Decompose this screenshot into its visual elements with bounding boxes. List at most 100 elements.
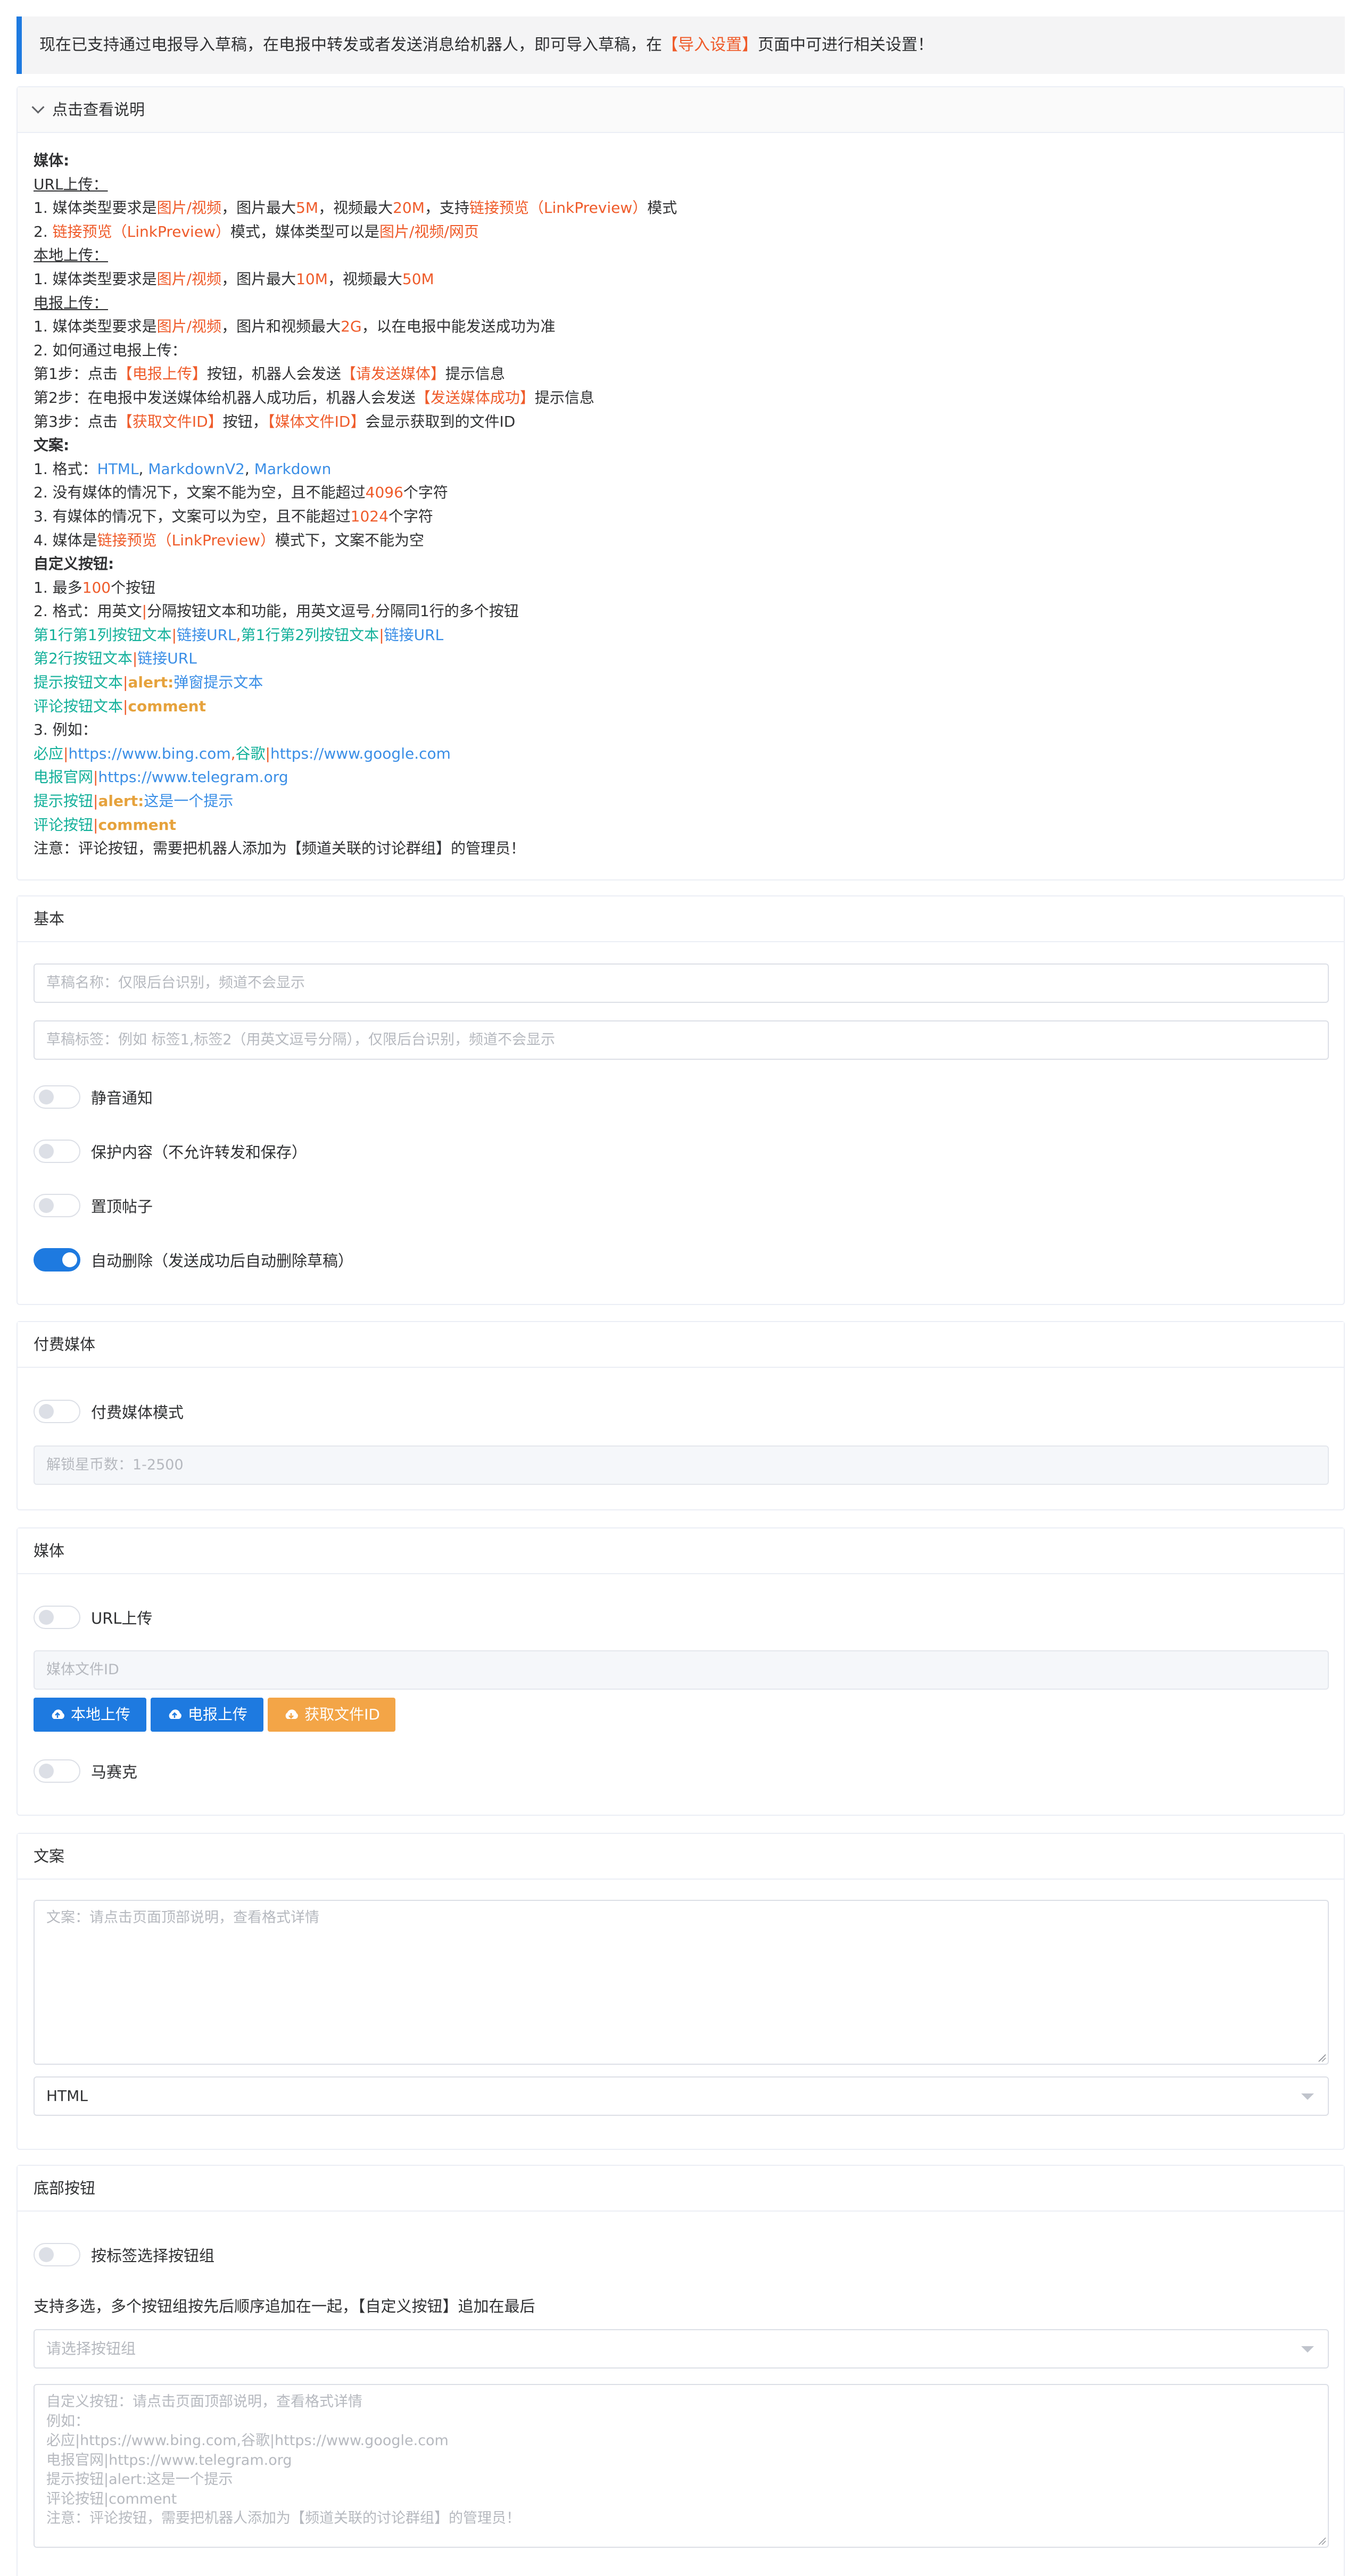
help-button-line-1: 1. 最多100个按钮 [34, 578, 156, 596]
help-step-3: 第3步：点击【获取文件ID】按钮，【媒体文件ID】会显示获取到的文件ID [34, 412, 516, 430]
help-toggle[interactable]: 点击查看说明 [18, 87, 1344, 133]
upload-buttons: 本地上传 电报上传 获取文件ID [34, 1698, 406, 1732]
cloud-upload-icon [52, 1709, 64, 1719]
url-upload-label: URL上传 [91, 1609, 153, 1627]
draft-tags-input[interactable]: 草稿标签：例如 标签1,标签2（用英文逗号分隔），仅限后台识别，频道不会显示 [34, 1020, 1329, 1060]
cloud-download-icon [285, 1709, 298, 1719]
paid-mode-row: 付费媒体模式 [34, 1399, 184, 1424]
pin-post-switch[interactable] [34, 1194, 80, 1217]
help-text-line-2: 2. 没有媒体的情况下，文案不能为空，且不能超过4096个字符 [34, 484, 448, 502]
protect-content-label: 保护内容（不允许转发和保存） [91, 1143, 308, 1161]
help-step-1: 第1步：点击【电报上传】按钮，机器人会发送【请发送媒体】提示信息 [34, 365, 505, 383]
text-format-value: HTML [46, 2087, 88, 2105]
media-panel: 媒体 URL上传 媒体文件ID 本地上传 电报上传 获取文件ID 马赛克 [16, 1527, 1345, 1816]
help-url-line-2: 2. 链接预览（LinkPreview）模式，媒体类型可以是图片/视频/网页 [34, 222, 479, 240]
help-tg-line-2: 2. 如何通过电报上传： [34, 341, 187, 359]
help-url-upload-title: URL上传： [34, 175, 108, 193]
help-format-line-1: 第1行第1列按钮文本|链接URL,第1行第2列按钮文本|链接URL [34, 626, 444, 644]
help-example-line-2: 电报官网|https://www.telegram.org [34, 768, 288, 786]
select-by-tag-row: 按标签选择按钮组 [34, 2242, 214, 2267]
help-toggle-label: 点击查看说明 [52, 101, 145, 119]
help-button-line-3: 3. 例如： [34, 721, 97, 739]
chevron-down-icon [1301, 2093, 1314, 2100]
get-file-id-label: 获取文件ID [304, 1706, 380, 1723]
auto-delete-label: 自动删除（发送成功后自动删除草稿） [91, 1252, 354, 1270]
basic-panel: 基本 草稿名称：仅限后台识别，频道不会显示 草稿标签：例如 标签1,标签2（用英… [16, 895, 1345, 1305]
telegram-upload-label: 电报上传 [187, 1706, 247, 1723]
pin-post-label: 置顶帖子 [91, 1198, 153, 1216]
get-file-id-button[interactable]: 获取文件ID [268, 1698, 395, 1732]
select-by-tag-label: 按标签选择按钮组 [91, 2247, 215, 2265]
help-tg-line-1: 1. 媒体类型要求是图片/视频，图片和视频最大2G，以在电报中能发送成功为准 [34, 318, 556, 336]
text-panel: 文案 文案：请点击页面顶部说明，查看格式详情 HTML [16, 1833, 1345, 2150]
help-panel: 点击查看说明 媒体: URL上传： 1. 媒体类型要求是图片/视频，图片最大5M… [16, 86, 1345, 880]
telegram-upload-button[interactable]: 电报上传 [151, 1698, 263, 1732]
custom-buttons-placeholder-line: 提示按钮|alert:这是一个提示 [46, 2471, 233, 2488]
help-url-line-1: 1. 媒体类型要求是图片/视频，图片最大5M，视频最大20M，支持链接预览（Li… [34, 199, 677, 217]
bottom-buttons-panel-title: 底部按钮 [18, 2166, 1344, 2212]
custom-buttons-placeholder-line: 必应|https://www.bing.com,谷歌|https://www.g… [46, 2432, 449, 2449]
resize-handle[interactable] [1318, 2537, 1326, 2545]
url-upload-row: URL上传 [34, 1605, 153, 1630]
draft-name-input[interactable]: 草稿名称：仅限后台识别，频道不会显示 [34, 963, 1329, 1003]
protect-content-switch[interactable] [34, 1140, 80, 1163]
help-example-line-4: 评论按钮|comment [34, 816, 176, 834]
help-format-line-4: 评论按钮文本|comment [34, 697, 206, 715]
resize-handle[interactable] [1318, 2054, 1326, 2062]
custom-buttons-textarea[interactable]: 自定义按钮：请点击页面顶部说明，查看格式详情 例如： 必应|https://ww… [34, 2384, 1329, 2548]
silent-notification-row: 静音通知 [34, 1085, 153, 1109]
cloud-upload-icon [169, 1709, 181, 1719]
select-by-tag-switch[interactable] [34, 2243, 80, 2266]
auto-delete-switch[interactable] [34, 1248, 80, 1272]
help-button-line-2: 2. 格式：用英文|分隔按钮文本和功能，用英文逗号,分隔同1行的多个按钮 [34, 602, 519, 620]
help-example-line-1: 必应|https://www.bing.com,谷歌|https://www.g… [34, 744, 451, 762]
text-panel-title: 文案 [18, 1834, 1344, 1880]
paid-mode-switch[interactable] [34, 1400, 80, 1423]
bottom-buttons-panel: 底部按钮 按标签选择按钮组 支持多选，多个按钮组按先后顺序追加在一起，【自定义按… [16, 2165, 1345, 2576]
button-group-placeholder: 请选择按钮组 [46, 2340, 136, 2357]
custom-buttons-placeholder-line: 评论按钮|comment [46, 2490, 177, 2507]
auto-delete-row: 自动删除（发送成功后自动删除草稿） [34, 1248, 353, 1272]
silent-notification-switch[interactable] [34, 1085, 80, 1109]
chevron-down-icon [1301, 2346, 1314, 2353]
custom-buttons-placeholder-line: 例如： [46, 2413, 89, 2430]
unlock-stars-input[interactable]: 解锁星币数：1-2500 [34, 1445, 1329, 1485]
multi-select-note: 支持多选，多个按钮组按先后顺序追加在一起，【自定义按钮】追加在最后 [34, 2297, 535, 2315]
help-text-line-4: 4. 媒体是链接预览（LinkPreview）模式下，文案不能为空 [34, 531, 424, 549]
help-example-line-3: 提示按钮|alert:这是一个提示 [34, 792, 234, 810]
import-settings-link[interactable]: 【导入设置】 [662, 36, 758, 54]
help-text-title: 文案: [34, 436, 70, 454]
help-format-line-2: 第2行按钮文本|链接URL [34, 650, 197, 668]
help-local-upload-title: 本地上传： [34, 246, 109, 264]
help-format-line-3: 提示按钮文本|alert:弹窗提示文本 [34, 674, 263, 692]
paid-media-panel-title: 付费媒体 [18, 1322, 1344, 1368]
help-local-line-1: 1. 媒体类型要求是图片/视频，图片最大10M，视频最大50M [34, 270, 434, 288]
pin-post-row: 置顶帖子 [34, 1193, 153, 1218]
mosaic-switch[interactable] [34, 1759, 80, 1783]
mosaic-row: 马赛克 [34, 1759, 137, 1783]
help-text-line-3: 3. 有媒体的情况下，文案可以为空，且不能超过1024个字符 [34, 507, 433, 525]
notice-text-before: 现在已支持通过电报导入草稿，在电报中转发或者发送消息给机器人，即可导入草稿，在 [39, 36, 662, 54]
help-text-line-1: 1. 格式：HTML, MarkdownV2, Markdown [34, 460, 332, 478]
mosaic-label: 马赛克 [91, 1763, 138, 1781]
chevron-down-icon [31, 101, 45, 114]
text-placeholder: 文案：请点击页面顶部说明，查看格式详情 [46, 1909, 319, 1926]
text-format-select[interactable]: HTML [34, 2076, 1329, 2116]
url-upload-switch[interactable] [34, 1606, 80, 1629]
button-group-select[interactable]: 请选择按钮组 [34, 2329, 1329, 2369]
media-panel-title: 媒体 [18, 1528, 1344, 1574]
custom-buttons-placeholder-line: 电报官网|https://www.telegram.org [46, 2452, 292, 2469]
text-textarea[interactable]: 文案：请点击页面顶部说明，查看格式详情 [34, 1900, 1329, 2065]
import-notice: 现在已支持通过电报导入草稿，在电报中转发或者发送消息给机器人，即可导入草稿，在【… [16, 16, 1345, 74]
local-upload-label: 本地上传 [70, 1706, 130, 1723]
notice-text-after: 页面中可进行相关设置！ [758, 36, 933, 54]
paid-media-panel: 付费媒体 付费媒体模式 解锁星币数：1-2500 [16, 1321, 1345, 1510]
paid-mode-label: 付费媒体模式 [91, 1403, 184, 1422]
basic-panel-title: 基本 [18, 896, 1344, 942]
help-step-2: 第2步：在电报中发送媒体给机器人成功后，机器人会发送【发送媒体成功】提示信息 [34, 388, 594, 406]
media-file-id-input[interactable]: 媒体文件ID [34, 1650, 1329, 1690]
help-note: 注意：评论按钮，需要把机器人添加为【频道关联的讨论群组】的管理员！ [34, 840, 526, 858]
help-content: 媒体: URL上传： 1. 媒体类型要求是图片/视频，图片最大5M，视频最大20… [18, 133, 1344, 861]
local-upload-button[interactable]: 本地上传 [34, 1698, 146, 1732]
help-media-title: 媒体: [34, 152, 70, 169]
